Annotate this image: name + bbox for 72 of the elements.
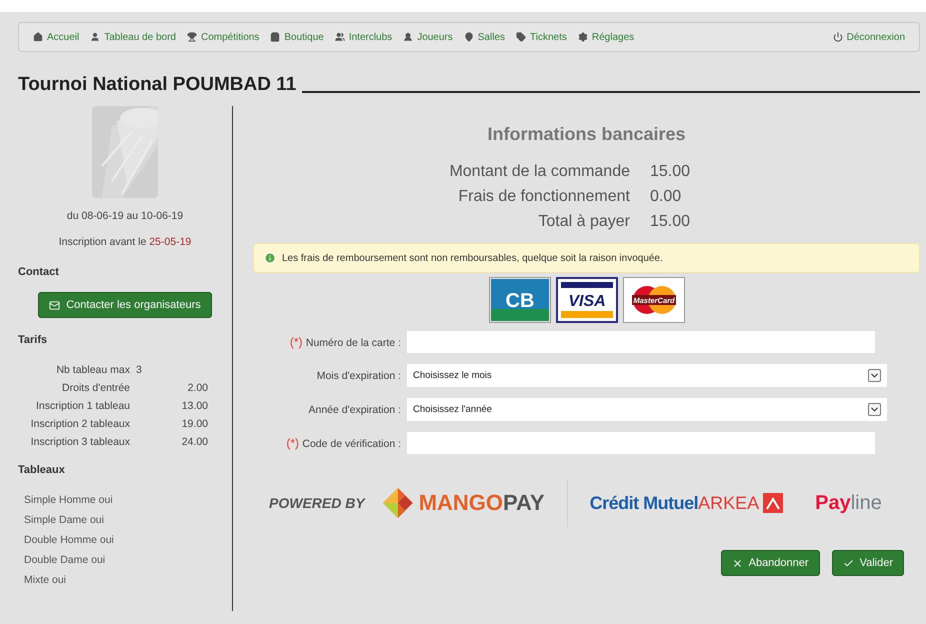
tarif-value: 19.00	[182, 418, 208, 430]
tarif-value: 24.00	[182, 436, 208, 448]
field-label: Année d'expiration :	[308, 404, 401, 416]
select-field[interactable]: Choisissez le mois	[407, 364, 887, 387]
select-field[interactable]: Choisissez l'année	[407, 398, 887, 421]
notice-text: Les frais de remboursement sont non remboursables, quelque soit la raison invoquée.	[282, 252, 663, 264]
diamond-logo-icon	[382, 488, 413, 518]
section-heading: Contact	[18, 266, 60, 278]
people-icon	[334, 32, 345, 42]
tableau-item: Double Homme oui	[24, 534, 115, 546]
amount-value: 15.00	[650, 163, 692, 181]
registration-deadline: Inscription avant le 25-05-19	[58, 236, 192, 248]
validate-button[interactable]: Valider	[832, 550, 904, 576]
arkea-logo: ARKEA	[698, 492, 760, 514]
field-label: (*) Code de vérification :	[285, 436, 401, 450]
tarif-label: Droits d'entrée	[61, 382, 131, 394]
nav-link[interactable]: Compétitions	[186, 32, 260, 42]
tarif-value: 13.00	[182, 400, 208, 412]
trophy-icon	[186, 32, 197, 42]
settings-icon	[578, 32, 588, 42]
nav-link[interactable]: Ticknets	[516, 32, 567, 42]
logout-link[interactable]: Déconnexion	[832, 32, 905, 42]
page-title: Tournoi National POUMBAD 11	[18, 74, 296, 96]
nav-link[interactable]: Interclubs	[334, 32, 392, 42]
power-icon	[832, 32, 843, 42]
amount-value: 0.00	[650, 188, 682, 206]
nav-link[interactable]: Accueil	[33, 32, 80, 42]
user-icon	[90, 32, 100, 42]
tag-icon	[516, 32, 526, 42]
caret-icon	[868, 369, 881, 382]
section-title: Informations bancaires	[486, 124, 687, 145]
field-label: Mois d'expiration :	[316, 370, 401, 382]
nav-link[interactable]: Joueurs	[403, 32, 453, 42]
nav-link[interactable]: Réglages	[578, 32, 634, 42]
amount-label: Frais de fonctionnement	[457, 188, 631, 206]
tableau-item: Mixte oui	[24, 574, 68, 586]
credit-mutuel-logo: Crédit Mutuel	[590, 492, 698, 514]
mail-icon	[49, 300, 60, 310]
payline-logo: Payline	[815, 492, 882, 514]
section-heading: Tableaux	[18, 464, 66, 476]
tournament-dates: du 08-06-19 au 10-06-19	[66, 210, 184, 222]
nav-link[interactable]: Tableau de bord	[90, 32, 176, 42]
tarif-value: 2.00	[188, 382, 208, 394]
field-label: (*) Numéro de la carte :	[288, 335, 401, 349]
close-icon	[732, 558, 743, 568]
input-field[interactable]	[407, 331, 875, 353]
nav-link[interactable]: Salles	[464, 32, 506, 42]
info-icon	[264, 252, 276, 264]
caret-icon	[868, 403, 881, 416]
tarif-label: Inscription 2 tableaux	[30, 418, 131, 430]
home-icon	[33, 32, 43, 42]
person-icon	[403, 32, 414, 42]
tarif-label: Inscription 3 tableaux	[30, 436, 131, 448]
amount-value: 15.00	[650, 213, 692, 231]
tableau-item: Simple Homme oui	[24, 494, 114, 506]
tableau-item: Double Dame oui	[24, 554, 106, 566]
contact-button[interactable]: Contacter les organisateurs	[38, 292, 212, 318]
tableau-item: Simple Dame oui	[24, 514, 105, 526]
nav-link[interactable]: Boutique	[270, 32, 324, 42]
tarif-label: Nb tableau max	[55, 364, 131, 376]
tarif-value: 3	[136, 364, 142, 376]
cancel-button[interactable]: Abandonner	[720, 550, 820, 576]
section-heading: Tarifs	[18, 334, 48, 346]
check-icon	[842, 558, 854, 568]
powered-by-text: POWERED BY	[269, 495, 365, 511]
arkea-emblem-icon	[763, 493, 784, 513]
mangopay-logo: MANGOPAY	[418, 490, 545, 516]
pin-icon	[464, 32, 474, 42]
amount-label: Montant de la commande	[448, 163, 631, 181]
input-field[interactable]	[407, 432, 875, 454]
tarif-label: Inscription 1 tableau	[35, 400, 131, 412]
amount-label: Total à payer	[537, 213, 631, 231]
